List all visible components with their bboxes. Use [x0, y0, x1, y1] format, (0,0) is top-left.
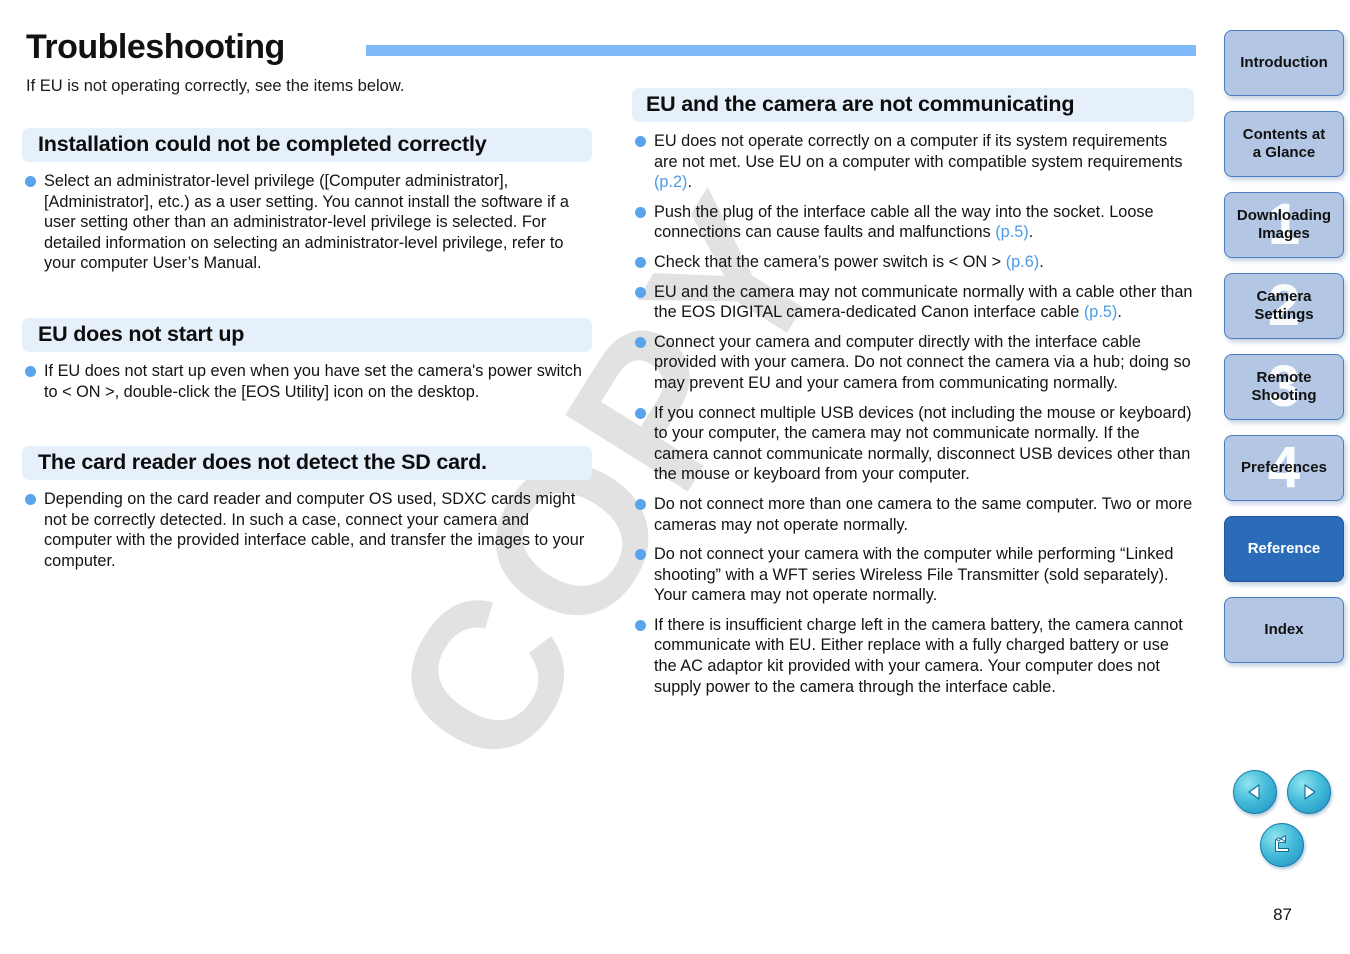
page-reference-link[interactable]: (p.5)	[1084, 303, 1117, 321]
content-section: The card reader does not detect the SD c…	[22, 446, 592, 571]
bullet-text: If there is insufficient charge left in …	[654, 615, 1183, 696]
bullet-item: If you connect multiple USB devices (not…	[632, 403, 1194, 485]
bullet-text-tail: .	[1039, 252, 1044, 271]
content-section: Installation could not be completed corr…	[22, 128, 592, 274]
tab-label: Camera Settings	[1254, 288, 1314, 323]
page-subtitle: If EU is not operating correctly, see th…	[26, 77, 405, 95]
next-page-button[interactable]	[1287, 770, 1331, 814]
return-page-button[interactable]	[1260, 823, 1304, 867]
sidebar-tab-contents-at-a-glance[interactable]: Contents at a Glance	[1224, 111, 1344, 177]
bullet-text: Do not connect more than one camera to t…	[654, 494, 1193, 534]
sidebar-tab-camera-settings[interactable]: 2 Camera Settings	[1224, 273, 1344, 339]
page-navigation-buttons	[1220, 770, 1344, 867]
bullet-item: If there is insufficient charge left in …	[632, 615, 1194, 697]
bullet-dot-icon	[635, 619, 646, 631]
bullet-list: EU does not operate correctly on a compu…	[632, 131, 1194, 697]
tab-label: Preferences	[1241, 459, 1327, 476]
bullet-item: Push the plug of the interface cable all…	[632, 202, 1194, 243]
bullet-item: Connect your camera and computer directl…	[632, 332, 1194, 394]
bullet-text: If EU does not start up even when you ha…	[44, 361, 582, 401]
bullet-item: EU does not operate correctly on a compu…	[632, 131, 1194, 193]
previous-page-button[interactable]	[1233, 770, 1277, 814]
page-title: Troubleshooting	[26, 28, 285, 66]
tab-label: Introduction	[1240, 54, 1328, 71]
bullet-text: Select an administrator-level privilege …	[44, 172, 569, 273]
bullet-text: Depending on the card reader and compute…	[44, 490, 585, 570]
page-reference-link[interactable]: (p.6)	[1006, 253, 1039, 271]
bullet-dot-icon	[25, 176, 36, 187]
bullet-text: EU does not operate correctly on a compu…	[654, 132, 1183, 171]
sidebar-tab-downloading-images[interactable]: 1 Downloading Images	[1224, 192, 1344, 258]
bullet-dot-icon	[635, 498, 646, 510]
bullet-text: If you connect multiple USB devices (not…	[654, 403, 1192, 484]
chapter-tab-sidebar: Introduction Contents at a Glance 1 Downloa…	[1220, 30, 1350, 678]
bullet-text-tail: .	[687, 173, 693, 192]
bullet-text: Do not connect your camera with the comp…	[654, 545, 1174, 605]
sidebar-tab-preferences[interactable]: 4 Preferences	[1224, 435, 1344, 501]
bullet-text: Push the plug of the interface cable all…	[654, 202, 1154, 242]
tab-label: Contents at a Glance	[1242, 126, 1326, 161]
right-column: EU and the camera are not communicating E…	[632, 88, 1194, 703]
page-number: 87	[1273, 905, 1292, 924]
bullet-item: Check that the camera’s power switch is …	[632, 252, 1194, 273]
bullet-dot-icon	[25, 494, 36, 506]
return-arrow-icon	[1275, 835, 1289, 852]
bullet-item: Do not connect more than one camera to t…	[632, 494, 1194, 535]
bullet-text: Check that the camera’s power switch is …	[654, 252, 1006, 271]
bullet-item: EU and the camera may not communicate no…	[632, 282, 1194, 323]
page-header: Troubleshooting	[26, 28, 1196, 72]
bullet-list: Select an administrator-level privilege …	[22, 171, 592, 274]
tab-label: Downloading Images	[1236, 207, 1332, 242]
page-reference-link[interactable]: (p.5)	[995, 223, 1028, 241]
bullet-dot-icon	[635, 136, 646, 147]
document-page: Troubleshooting If EU is not operating c…	[0, 0, 1350, 954]
tab-label: Remote Shooting	[1251, 369, 1317, 404]
bullet-dot-icon	[635, 336, 646, 348]
sidebar-tab-introduction[interactable]: Introduction	[1224, 30, 1344, 96]
bullet-text: Connect your camera and computer directl…	[654, 332, 1191, 392]
bullet-dot-icon	[635, 286, 646, 298]
page-reference-link[interactable]: (p.2)	[654, 173, 687, 191]
tab-label: Reference	[1247, 540, 1321, 557]
bullet-list: If EU does not start up even when you ha…	[22, 361, 592, 402]
title-rule	[366, 45, 1196, 56]
left-column: Installation could not be completed corr…	[22, 128, 592, 578]
section-heading: EU and the camera are not communicating	[632, 88, 1194, 122]
bullet-item: Do not connect your camera with the comp…	[632, 544, 1194, 606]
sidebar-tab-remote-shooting[interactable]: 3 Remote Shooting	[1224, 354, 1344, 420]
bullet-dot-icon	[635, 407, 646, 419]
bullet-text-tail: .	[1028, 223, 1034, 242]
section-heading: The card reader does not detect the SD c…	[22, 446, 592, 481]
tab-label: Index	[1264, 621, 1304, 638]
sidebar-tab-reference[interactable]: Reference	[1224, 516, 1344, 582]
section-heading: Installation could not be completed corr…	[22, 128, 592, 162]
sidebar-tab-index[interactable]: Index	[1224, 597, 1344, 663]
bullet-dot-icon	[635, 549, 646, 561]
bullet-dot-icon	[25, 365, 36, 377]
bullet-item: Select an administrator-level privilege …	[22, 171, 592, 274]
bullet-dot-icon	[635, 206, 646, 218]
content-section: EU does not start up If EU does not start…	[22, 317, 592, 402]
bullet-list: Depending on the card reader and compute…	[22, 489, 592, 571]
triangle-left-icon	[1248, 784, 1260, 800]
triangle-right-icon	[1304, 784, 1316, 800]
bullet-text-tail: .	[1117, 303, 1122, 322]
content-section: EU and the camera are not communicating E…	[632, 88, 1194, 697]
section-heading: EU does not start up	[22, 317, 592, 352]
bullet-item: If EU does not start up even when you ha…	[22, 361, 592, 402]
bullet-item: Depending on the card reader and compute…	[22, 489, 592, 571]
bullet-dot-icon	[635, 256, 646, 268]
